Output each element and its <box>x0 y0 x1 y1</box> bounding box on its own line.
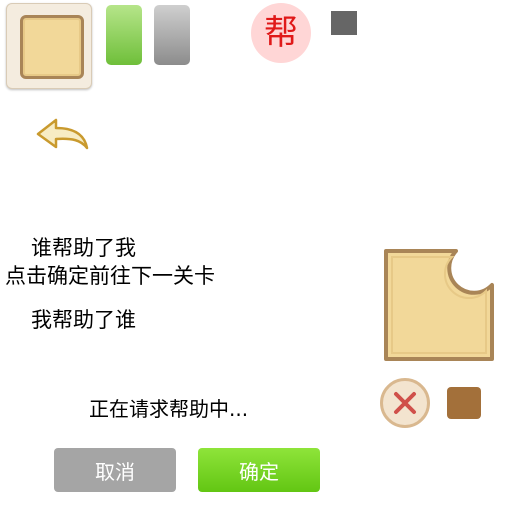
close-icon <box>394 392 416 414</box>
next-level-instruction: 点击确定前往下一关卡 <box>5 264 215 288</box>
green-swatch[interactable] <box>106 5 142 65</box>
brown-square <box>447 387 481 419</box>
help-badge[interactable]: 帮 <box>251 3 311 63</box>
tile-frame[interactable] <box>6 3 92 89</box>
cancel-button[interactable]: 取消 <box>54 448 176 492</box>
close-button[interactable] <box>380 378 430 428</box>
dark-square <box>331 11 357 35</box>
whom-i-helped-text: 我帮助了谁 <box>31 308 136 332</box>
help-badge-label: 帮 <box>264 13 298 53</box>
who-helped-me-text: 谁帮助了我 <box>31 236 136 260</box>
back-arrow-icon[interactable] <box>34 114 92 158</box>
gray-swatch[interactable] <box>154 5 190 65</box>
cancel-button-label: 取消 <box>95 459 135 484</box>
tile-inner <box>20 15 84 79</box>
status-text: 正在请求帮助中... <box>89 397 249 421</box>
confirm-button[interactable]: 确定 <box>198 448 320 492</box>
bitten-tile[interactable] <box>380 247 496 365</box>
confirm-button-label: 确定 <box>239 459 279 484</box>
